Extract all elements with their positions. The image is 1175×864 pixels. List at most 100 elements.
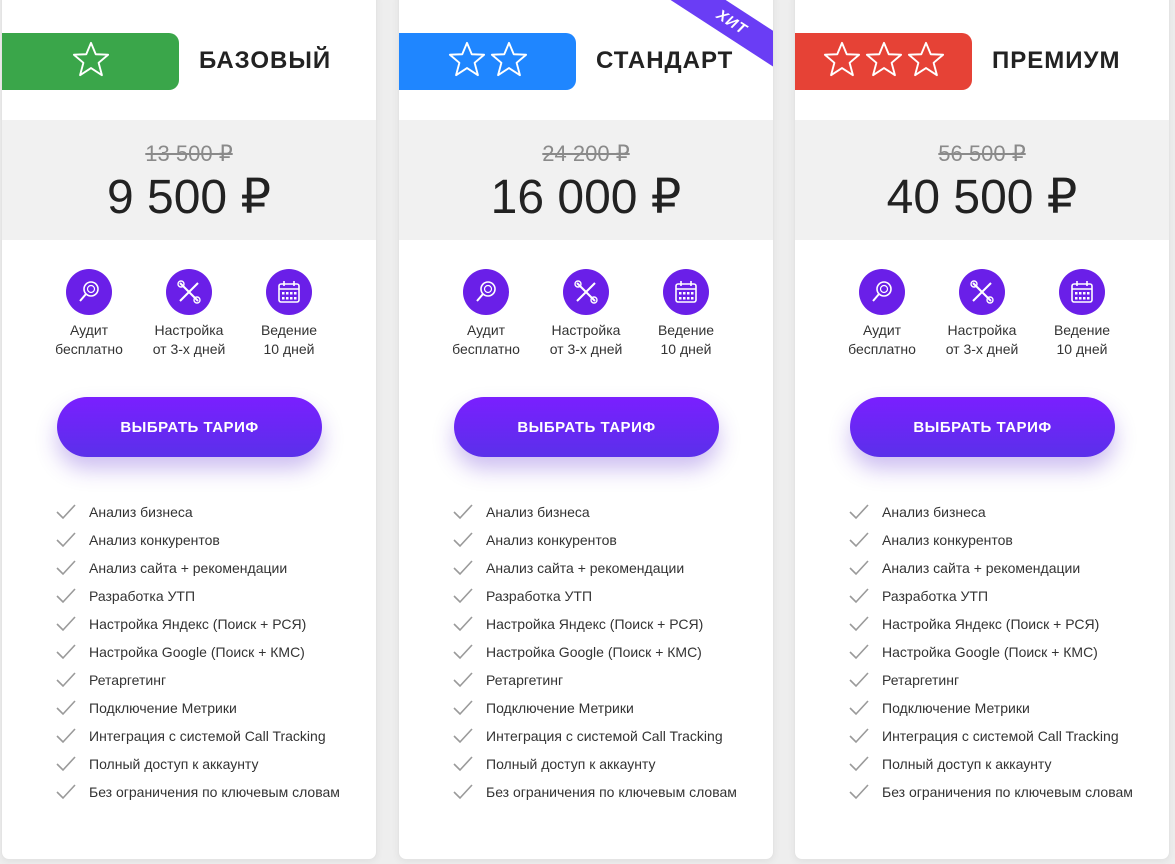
check-icon — [848, 727, 870, 745]
list-item: Ретаргетинг — [54, 671, 364, 690]
feature-item: Настройка от 3-х дней — [139, 269, 239, 369]
list-item: Настройка Google (Поиск + КМС) — [54, 643, 364, 662]
check-icon — [55, 727, 77, 745]
feature-item: Аудит бесплатно — [39, 269, 139, 369]
old-price: 13 500 ₽ — [145, 141, 233, 166]
list-item: Настройка Яндекс (Поиск + РСЯ) — [54, 615, 364, 634]
check-icon — [848, 615, 870, 633]
list-item-text: Анализ сайта + рекомендации — [89, 560, 288, 576]
current-price: 40 500 ₽ — [886, 171, 1078, 224]
list-item: Подключение Метрики — [451, 699, 761, 718]
check-icon — [452, 643, 474, 661]
feature-row: Аудит бесплатно Настройка от 3-х дней Ведени… — [795, 269, 1169, 369]
list-item: Анализ конкурентов — [847, 531, 1157, 550]
list-item: Анализ сайта + рекомендации — [451, 559, 761, 578]
list-item: Подключение Метрики — [54, 699, 364, 718]
list-item-text: Анализ сайта + рекомендации — [486, 560, 685, 576]
check-icon — [452, 503, 474, 521]
check-icon — [55, 559, 77, 577]
list-item-text: Разработка УТП — [486, 588, 593, 604]
feature-title: Ведение — [1053, 322, 1111, 338]
list-item: Подключение Метрики — [847, 699, 1157, 718]
current-price: 9 500 ₽ — [107, 171, 271, 224]
check-icon — [848, 699, 870, 717]
included-list: Анализ бизнеса Анализ конкурентов Анализ с… — [54, 503, 364, 811]
stars-badge — [399, 33, 576, 90]
list-item: Настройка Яндекс (Поиск + РСЯ) — [847, 615, 1157, 634]
magnifier-icon — [66, 269, 112, 315]
list-item-text: Интеграция с системой Call Tracking — [89, 728, 326, 744]
check-icon — [848, 755, 870, 773]
feature-subtitle: от 3-х дней — [152, 341, 226, 357]
list-item-text: Анализ конкурентов — [882, 532, 1013, 548]
check-icon — [452, 727, 474, 745]
plan-name: СТАНДАРТ — [596, 47, 734, 74]
list-item: Интеграция с системой Call Tracking — [451, 727, 761, 746]
check-icon — [55, 503, 77, 521]
feature-subtitle: от 3-х дней — [549, 341, 623, 357]
price-block: 56 500 ₽ 40 500 ₽ — [795, 120, 1169, 240]
feature-subtitle: 10 дней — [660, 341, 712, 357]
feature-title: Аудит — [69, 322, 109, 338]
feature-title: Ведение — [260, 322, 318, 338]
list-item: Анализ бизнеса — [847, 503, 1157, 522]
check-icon — [848, 531, 870, 549]
tools-icon — [563, 269, 609, 315]
select-plan-button[interactable]: ВЫБРАТЬ ТАРИФ — [850, 397, 1115, 457]
feature-title: Настройка — [947, 322, 1017, 338]
list-item-text: Настройка Google (Поиск + КМС) — [89, 644, 305, 660]
feature-item: Ведение 10 дней — [636, 269, 736, 369]
list-item: Без ограничения по ключевым словам — [54, 783, 364, 802]
feature-subtitle: 10 дней — [263, 341, 315, 357]
calendar-icon — [266, 269, 312, 315]
list-item: Разработка УТП — [451, 587, 761, 606]
list-item-text: Без ограничения по ключевым словам — [882, 784, 1133, 800]
plan-header: СТАНДАРТ — [399, 33, 773, 91]
feature-title: Ведение — [657, 322, 715, 338]
list-item: Настройка Google (Поиск + КМС) — [451, 643, 761, 662]
stars-badge — [795, 33, 972, 90]
list-item-text: Настройка Яндекс (Поиск + РСЯ) — [882, 616, 1100, 632]
check-icon — [848, 643, 870, 661]
check-icon — [55, 671, 77, 689]
feature-title: Настройка — [154, 322, 224, 338]
select-plan-button[interactable]: ВЫБРАТЬ ТАРИФ — [57, 397, 322, 457]
list-item: Анализ сайта + рекомендации — [54, 559, 364, 578]
feature-item: Аудит бесплатно — [832, 269, 932, 369]
check-icon — [848, 783, 870, 801]
feature-subtitle: бесплатно — [848, 341, 916, 357]
list-item-text: Настройка Google (Поиск + КМС) — [486, 644, 702, 660]
check-icon — [55, 615, 77, 633]
list-item: Без ограничения по ключевым словам — [451, 783, 761, 802]
check-icon — [452, 615, 474, 633]
list-item: Интеграция с системой Call Tracking — [847, 727, 1157, 746]
feature-subtitle: бесплатно — [452, 341, 520, 357]
feature-subtitle: бесплатно — [55, 341, 123, 357]
list-item: Настройка Яндекс (Поиск + РСЯ) — [451, 615, 761, 634]
feature-row: Аудит бесплатно Настройка от 3-х дней Ведени… — [399, 269, 773, 369]
list-item: Полный доступ к аккаунту — [847, 755, 1157, 774]
feature-item: Настройка от 3-х дней — [536, 269, 636, 369]
check-icon — [55, 531, 77, 549]
check-icon — [55, 783, 77, 801]
check-icon — [848, 587, 870, 605]
magnifier-icon — [463, 269, 509, 315]
list-item-text: Ретаргетинг — [486, 672, 564, 688]
star-icon — [907, 40, 945, 83]
list-item-text: Полный доступ к аккаунту — [89, 756, 259, 772]
star-icon — [865, 40, 903, 83]
included-list: Анализ бизнеса Анализ конкурентов Анализ с… — [847, 503, 1157, 811]
list-item: Ретаргетинг — [847, 671, 1157, 690]
plan-name: ПРЕМИУМ — [992, 47, 1121, 74]
plan-card: СТАНДАРТ ХИТ 24 200 ₽16 000 ₽ Аудит бесплатн… — [398, 0, 774, 860]
stars-badge — [2, 33, 179, 90]
star-icon — [72, 40, 110, 83]
select-plan-button[interactable]: ВЫБРАТЬ ТАРИФ — [454, 397, 719, 457]
list-item-text: Интеграция с системой Call Tracking — [486, 728, 723, 744]
feature-item: Аудит бесплатно — [436, 269, 536, 369]
check-icon — [848, 671, 870, 689]
plan-card: БАЗОВЫЙ 13 500 ₽ 9 500 ₽ Аудит бесплатно Наст… — [1, 0, 377, 860]
list-item-text: Ретаргетинг — [89, 672, 167, 688]
list-item-text: Настройка Яндекс (Поиск + РСЯ) — [89, 616, 307, 632]
list-item: Полный доступ к аккаунту — [54, 755, 364, 774]
